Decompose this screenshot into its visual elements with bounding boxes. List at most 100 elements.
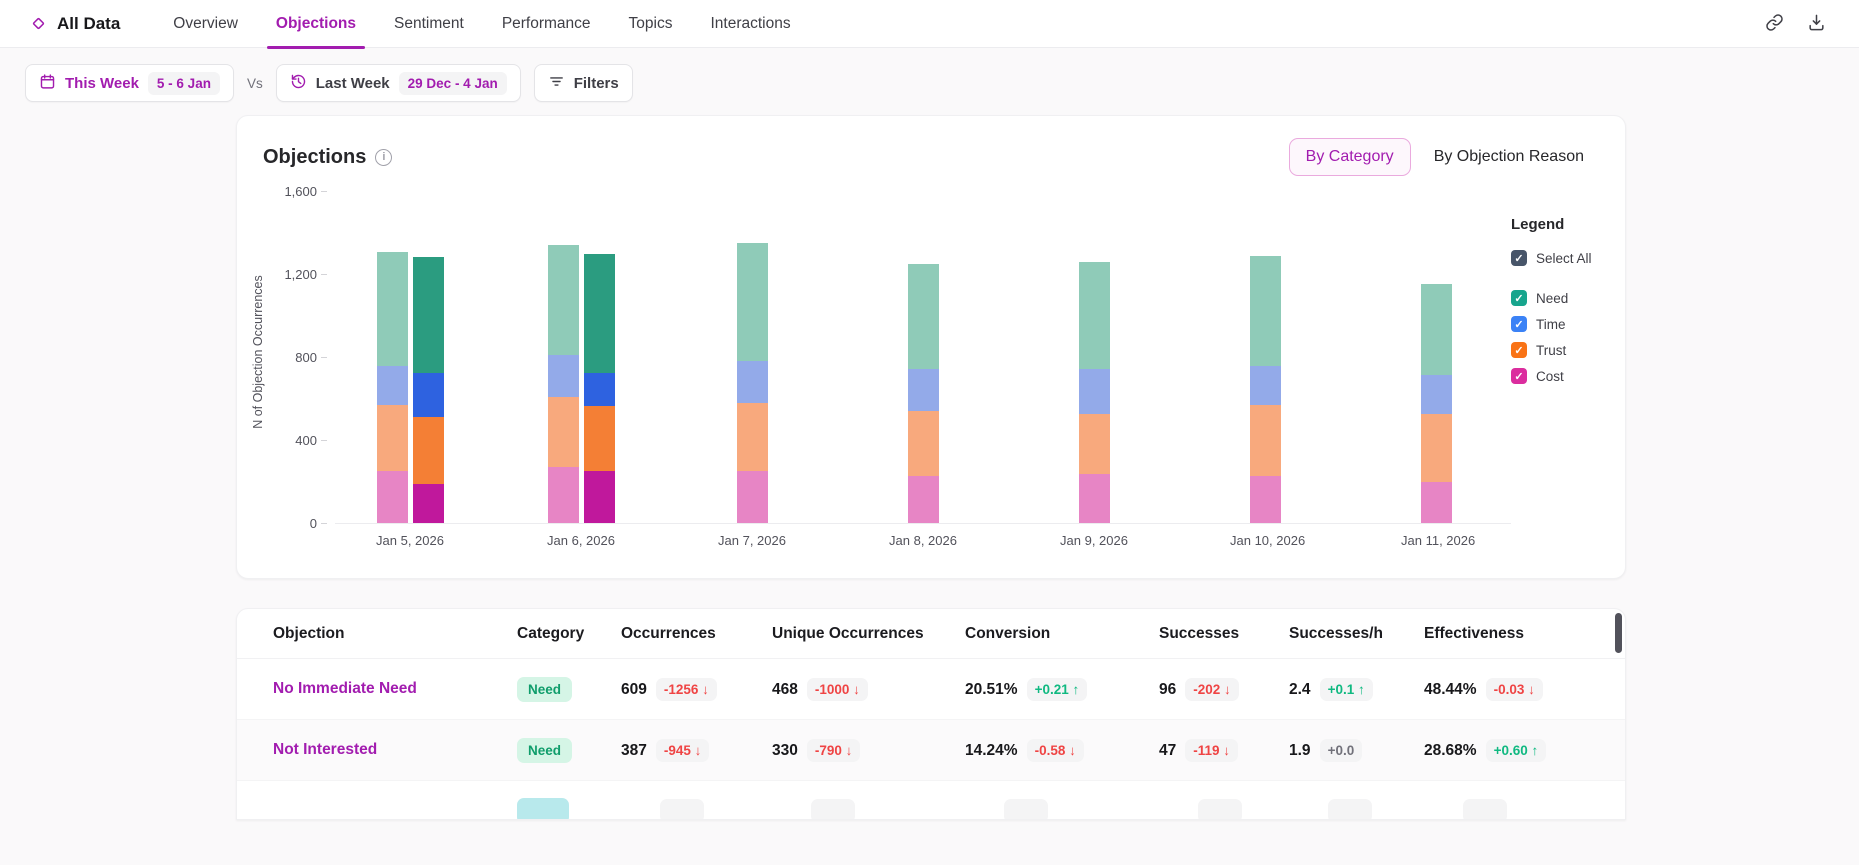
x-axis: Jan 5, 2026 Jan 6, 2026 Jan 7, 2026 Jan 8, …	[335, 533, 1511, 548]
comparison-period-label: Last Week	[315, 74, 390, 92]
bar-segment-trust-this-week[interactable]	[412, 417, 444, 484]
bar-segment-time-last-week[interactable]	[547, 355, 579, 397]
delta-pill	[1328, 799, 1372, 819]
bar-last-week-jan-6-2026	[547, 245, 579, 523]
tab-overview[interactable]: Overview	[154, 0, 257, 48]
select-all-checkbox[interactable]: ✓	[1511, 250, 1527, 266]
info-icon[interactable]: i	[375, 148, 393, 166]
bar-segment-time-last-week[interactable]	[1249, 366, 1281, 405]
legend-item-cost[interactable]: ✓ Cost	[1511, 368, 1611, 384]
bar-group-jan-10-2026	[1230, 256, 1300, 523]
bar-segment-cost-last-week[interactable]	[1078, 474, 1110, 523]
table-row[interactable]: No Immediate Need Need 609 -1256 ↓ 468 -1000 …	[237, 659, 1625, 720]
bar-segment-trust-last-week[interactable]	[1078, 414, 1110, 475]
metric-cell: 468 -1000 ↓	[772, 677, 965, 701]
filters-label: Filters	[573, 74, 619, 92]
bar-segment-trust-last-week[interactable]	[547, 396, 579, 467]
tab-performance[interactable]: Performance	[483, 0, 610, 48]
bar-this-week-jan-6-2026	[583, 254, 615, 523]
metric-cell: 48.44% -0.03 ↓	[1424, 677, 1625, 701]
objection-link[interactable]: Not Interested	[273, 741, 377, 758]
delta-pill	[1198, 799, 1242, 819]
bar-segment-trust-last-week[interactable]	[907, 410, 939, 477]
delta-pill	[660, 799, 704, 819]
bar-segment-cost-this-week[interactable]	[583, 471, 615, 523]
metric-cell: 28.68% +0.60 ↑	[1424, 738, 1625, 762]
toggle-by-category[interactable]: By Category	[1288, 138, 1411, 176]
bar-segment-trust-this-week[interactable]	[583, 405, 615, 472]
tab-objections[interactable]: Objections	[257, 0, 375, 49]
bar-segment-cost-this-week[interactable]	[412, 483, 444, 523]
bar-segment-need-this-week[interactable]	[412, 257, 444, 373]
metric-value: 468	[772, 680, 798, 698]
download-button[interactable]	[1801, 9, 1831, 39]
checkbox-cost[interactable]: ✓	[1511, 368, 1527, 384]
x-axis-label: Jan 10, 2026	[1230, 533, 1306, 548]
checkbox-need[interactable]: ✓	[1511, 290, 1527, 306]
metric-value: 1.9	[1289, 741, 1311, 759]
metric-cell	[1159, 799, 1289, 819]
x-axis-label: Jan 6, 2026	[547, 533, 615, 548]
delta-pill: -1256 ↓	[655, 677, 717, 701]
history-icon	[290, 73, 307, 94]
bar-segment-need-this-week[interactable]	[583, 254, 615, 373]
bar-segment-need-last-week[interactable]	[907, 263, 939, 370]
bar-segment-time-last-week[interactable]	[1078, 369, 1110, 415]
tab-sentiment[interactable]: Sentiment	[375, 0, 483, 48]
tab-interactions[interactable]: Interactions	[691, 0, 809, 48]
legend-item-time[interactable]: ✓ Time	[1511, 316, 1611, 332]
chart-plot-area: 0 400 800 1,200 1,600	[284, 184, 1511, 531]
y-tick-label: 1,600	[284, 184, 317, 199]
brand-label: All Data	[57, 13, 121, 33]
filters-icon	[548, 73, 565, 94]
checkbox-time[interactable]: ✓	[1511, 316, 1527, 332]
objection-cell: Not Interested	[273, 741, 517, 759]
bar-segment-need-last-week[interactable]	[1420, 284, 1452, 375]
bar-segment-trust-last-week[interactable]	[376, 404, 408, 472]
legend-item-need[interactable]: ✓ Need	[1511, 290, 1611, 306]
bar-segment-time-last-week[interactable]	[376, 366, 408, 405]
bar-segment-time-last-week[interactable]	[907, 369, 939, 411]
brand[interactable]: All Data	[30, 14, 120, 34]
table-scrollbar-thumb[interactable]	[1615, 613, 1622, 653]
checkbox-trust[interactable]: ✓	[1511, 342, 1527, 358]
bar-segment-cost-last-week[interactable]	[376, 471, 408, 523]
table-row[interactable]	[237, 781, 1625, 819]
objection-link[interactable]: No Immediate Need	[273, 680, 417, 697]
bar-segment-cost-last-week[interactable]	[736, 471, 768, 523]
copy-link-button[interactable]	[1759, 9, 1789, 39]
bar-segment-need-last-week[interactable]	[1249, 256, 1281, 367]
delta-pill: +0.1 ↑	[1319, 677, 1373, 701]
bar-segment-trust-last-week[interactable]	[1249, 404, 1281, 477]
bar-segment-cost-last-week[interactable]	[1420, 481, 1452, 523]
bar-segment-trust-last-week[interactable]	[736, 402, 768, 472]
bar-segment-need-last-week[interactable]	[1078, 261, 1110, 370]
bar-segment-cost-last-week[interactable]	[1249, 476, 1281, 523]
y-tick-label: 1,200	[284, 267, 317, 282]
bar-segment-time-this-week[interactable]	[412, 372, 444, 418]
filters-button[interactable]: Filters	[533, 64, 633, 102]
bar-segment-need-last-week[interactable]	[736, 242, 768, 362]
tab-topics[interactable]: Topics	[610, 0, 692, 48]
table-row[interactable]: Not Interested Need 387 -945 ↓ 330 -790 ↓ 14.2…	[237, 720, 1625, 781]
bar-segment-trust-last-week[interactable]	[1420, 414, 1452, 482]
table-body: No Immediate Need Need 609 -1256 ↓ 468 -1000 …	[237, 659, 1625, 819]
comparison-period-button[interactable]: Last Week 29 Dec - 4 Jan	[275, 64, 521, 102]
y-tick-label: 0	[309, 516, 317, 531]
bar-segment-time-last-week[interactable]	[1420, 374, 1452, 415]
bar-segment-time-last-week[interactable]	[736, 361, 768, 403]
toggle-by-objection-reason[interactable]: By Objection Reason	[1417, 138, 1601, 176]
legend-item-trust[interactable]: ✓ Trust	[1511, 342, 1611, 358]
bar-segment-need-last-week[interactable]	[547, 245, 579, 355]
metric-value: 609	[621, 680, 647, 698]
primary-period-button[interactable]: This Week 5 - 6 Jan	[25, 64, 234, 102]
bar-segment-cost-last-week[interactable]	[547, 467, 579, 523]
bar-group-jan-9-2026	[1059, 261, 1129, 523]
bar-segment-time-this-week[interactable]	[583, 372, 615, 406]
column-header-category: Category	[517, 624, 585, 642]
bar-segment-need-last-week[interactable]	[376, 252, 408, 367]
legend-select-all[interactable]: ✓ Select All	[1511, 250, 1611, 266]
bar-segment-cost-last-week[interactable]	[907, 476, 939, 523]
metric-value: 20.51%	[965, 680, 1018, 698]
bar-group-jan-11-2026	[1401, 284, 1471, 523]
